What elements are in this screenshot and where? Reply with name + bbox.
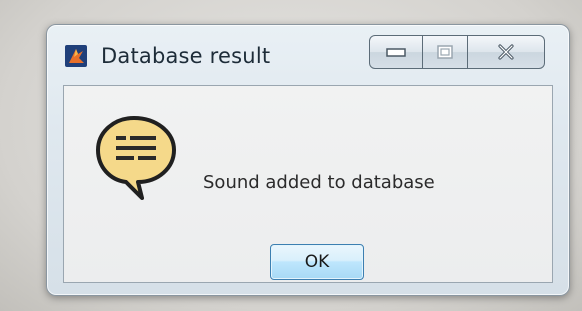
close-button[interactable] [468,35,545,69]
dialog-message: Sound added to database [203,172,435,193]
maximize-button[interactable] [423,35,468,69]
window-title: Database result [101,44,271,68]
app-logo-icon [65,45,87,67]
minimize-button[interactable] [369,35,423,69]
dialog-content: Sound added to database OK [63,85,553,283]
screen-background: Database result Sound added to database … [0,0,582,311]
caption-buttons [369,35,545,69]
title-bar[interactable]: Database result [47,25,569,81]
ok-button[interactable]: OK [270,244,364,280]
speech-bubble-info-icon [94,112,180,204]
dialog-window: Database result Sound added to database … [46,24,570,296]
